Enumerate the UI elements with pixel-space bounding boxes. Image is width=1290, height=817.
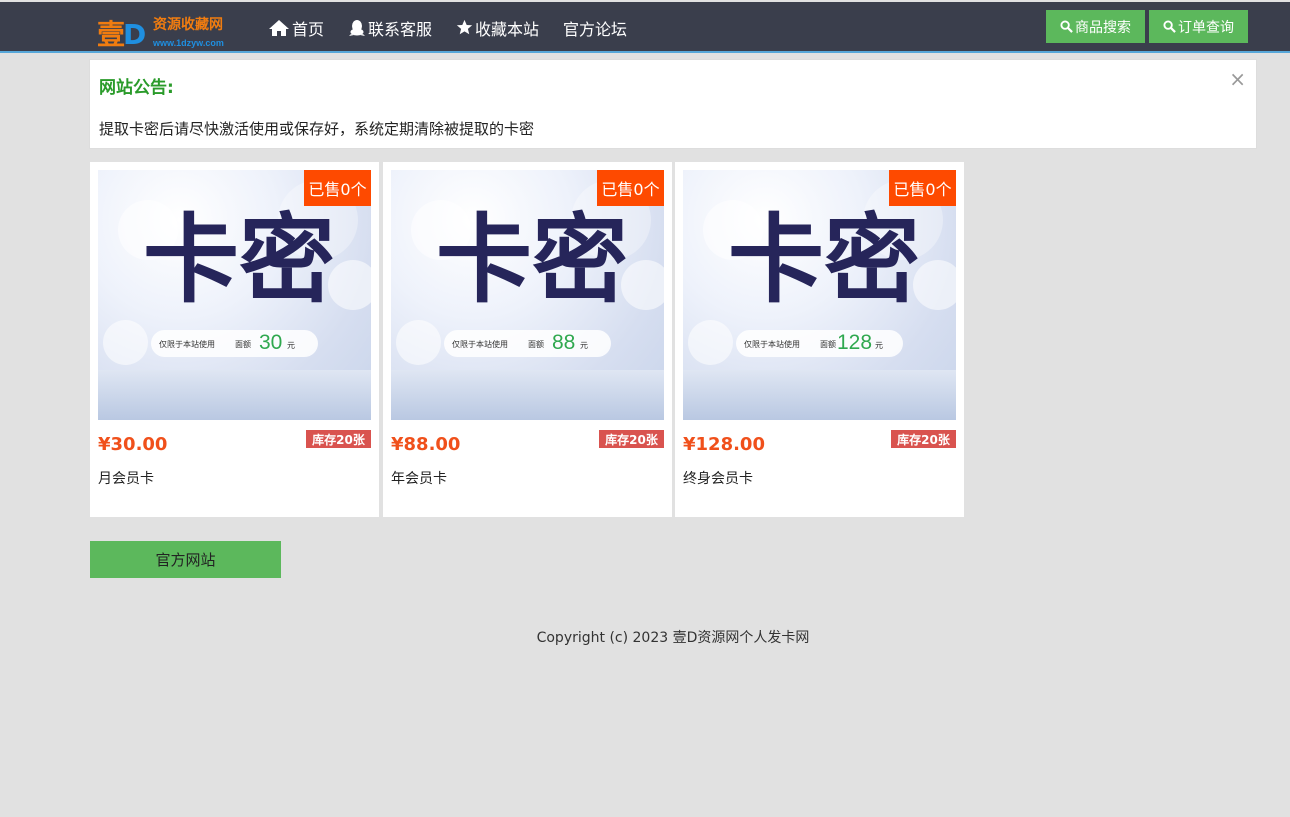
product-card[interactable]: 卡密 仅限于本站使用 面额 88 元 已售0个 ¥88.00 库存20张 年会员… [383,162,672,517]
image-face-label: 面额 [820,340,836,349]
product-search-label: 商品搜索 [1075,19,1131,36]
notice-title: 网站公告: [99,78,174,98]
image-pill: 仅限于本站使用 面额 30 元 [151,330,318,357]
image-note: 仅限于本站使用 [159,340,215,349]
search-icon [1060,20,1073,33]
sold-badge: 已售0个 [889,170,956,206]
image-title: 卡密 [436,203,628,316]
sold-badge: 已售0个 [304,170,371,206]
image-pill: 仅限于本站使用 面额 88 元 [444,330,611,357]
image-value: 88 [552,331,576,354]
nav-forum[interactable]: 官方论坛 [563,2,627,53]
logo-url: www.1dzyw.com [153,38,224,48]
stock-badge: 库存20张 [891,430,956,448]
nav-home-label: 首页 [292,19,325,39]
logo-mark: 壹D [97,18,146,51]
footer-copyright: Copyright (c) 2023 壹D资源网个人发卡网 [536,630,810,646]
image-unit: 元 [580,341,588,350]
logo-title: 资源收藏网 [153,17,223,33]
image-value: 128 [837,331,873,354]
main-nav: 首页 联系客服 收藏本站 官方论坛 [268,2,651,53]
nav-forum-label: 官方论坛 [563,19,628,39]
image-title: 卡密 [728,203,920,316]
product-name[interactable]: 月会员卡 [98,468,154,488]
product-search-button[interactable]: 商品搜索 [1046,10,1145,43]
image-note: 仅限于本站使用 [452,340,508,349]
product-image[interactable]: 卡密 仅限于本站使用 面额 30 元 [98,170,371,420]
order-query-button[interactable]: 订单查询 [1149,10,1248,43]
product-name[interactable]: 年会员卡 [391,468,447,488]
image-note: 仅限于本站使用 [744,340,800,349]
notice-text: 提取卡密后请尽快激活使用或保存好，系统定期清除被提取的卡密 [99,120,535,138]
product-name[interactable]: 终身会员卡 [683,468,753,488]
image-value: 30 [259,331,283,354]
product-card[interactable]: 卡密 仅限于本站使用 面额 128 元 已售0个 ¥128.00 库存20张 终… [675,162,964,517]
product-image[interactable]: 卡密 仅限于本站使用 面额 88 元 [391,170,664,420]
product-image[interactable]: 卡密 仅限于本站使用 面额 128 元 [683,170,956,420]
nav-contact[interactable]: 联系客服 [348,2,432,53]
nav-home[interactable]: 首页 [268,2,324,53]
image-unit: 元 [287,341,295,350]
image-title: 卡密 [143,203,335,316]
home-icon [269,19,289,36]
image-unit: 元 [875,341,883,350]
product-price: ¥88.00 [391,434,461,455]
image-pill: 仅限于本站使用 面额 128 元 [736,330,903,357]
image-face-label: 面额 [528,340,544,349]
nav-contact-label: 联系客服 [368,19,433,39]
star-icon [456,19,473,35]
order-query-label: 订单查询 [1178,19,1234,36]
top-navbar: 壹D 资源收藏网 www.1dzyw.com 首页 联系客服 收藏本站 官方论坛… [0,0,1290,53]
official-site-button[interactable]: 官方网站 [90,541,281,578]
product-price: ¥128.00 [683,434,765,455]
site-logo[interactable]: 壹D 资源收藏网 www.1dzyw.com [97,12,237,51]
stock-badge: 库存20张 [599,430,664,448]
nav-bookmark[interactable]: 收藏本站 [456,2,539,53]
qq-icon [349,19,366,36]
product-price: ¥30.00 [98,434,168,455]
close-icon[interactable]: × [1229,69,1246,89]
sold-badge: 已售0个 [597,170,664,206]
search-icon [1163,20,1176,33]
stock-badge: 库存20张 [306,430,371,448]
image-face-label: 面额 [235,340,251,349]
product-card[interactable]: 卡密 仅限于本站使用 面额 30 元 已售0个 ¥30.00 库存20张 月会员… [90,162,379,517]
nav-bookmark-label: 收藏本站 [475,19,540,39]
site-notice: 网站公告: × 提取卡密后请尽快激活使用或保存好，系统定期清除被提取的卡密 [89,59,1257,149]
